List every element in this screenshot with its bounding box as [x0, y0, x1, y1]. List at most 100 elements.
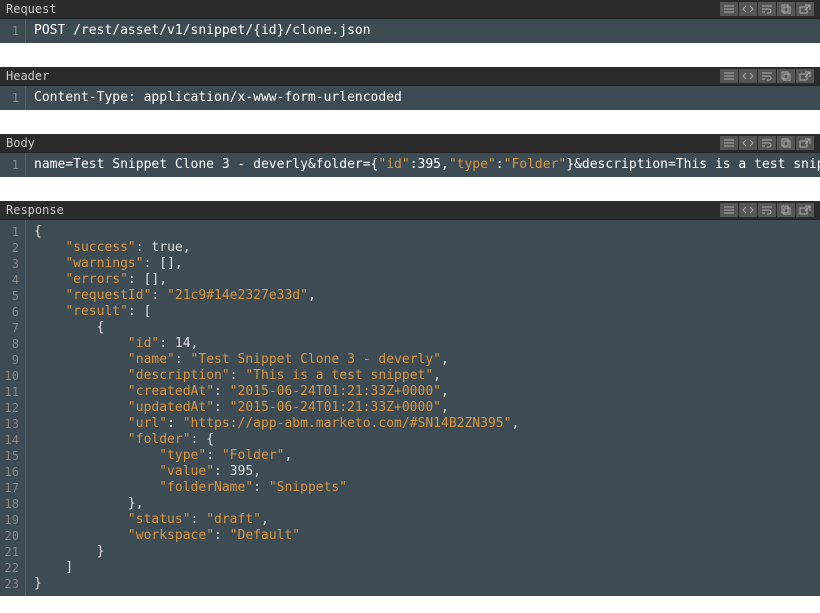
token: [34, 240, 65, 255]
hamburger-icon[interactable]: [720, 203, 738, 217]
token: : [],: [128, 272, 167, 287]
token: ,: [441, 352, 449, 367]
hamburger-icon[interactable]: [720, 2, 738, 16]
line-number: 16: [4, 464, 19, 480]
token: ,: [308, 288, 316, 303]
line-number: 4: [4, 272, 19, 288]
token: "folder": [128, 432, 191, 447]
token: :: [159, 336, 175, 351]
copy-icon[interactable]: [777, 203, 795, 217]
token: Content-Type: application/x-www-form-url…: [34, 90, 402, 105]
copy-icon[interactable]: [777, 136, 795, 150]
popout-icon[interactable]: [796, 69, 814, 83]
wrap-icon[interactable]: [758, 136, 776, 150]
token: : {: [191, 432, 214, 447]
popout-icon[interactable]: [796, 2, 814, 16]
popout-icon[interactable]: [796, 203, 814, 217]
panel-request: Request1POST /rest/asset/v1/snippet/{id}…: [0, 0, 820, 43]
code-line: "result": [: [34, 304, 812, 320]
panel-header: Header1Content-Type: application/x-www-f…: [0, 67, 820, 110]
line-number: 8: [4, 336, 19, 352]
token: :: [214, 400, 230, 415]
hamburger-icon[interactable]: [720, 136, 738, 150]
line-number: 9: [4, 352, 19, 368]
copy-icon[interactable]: [777, 2, 795, 16]
line-number: 7: [4, 320, 19, 336]
token: :: [206, 448, 222, 463]
line-number: 19: [4, 512, 19, 528]
code-line: "name": "Test Snippet Clone 3 - deverly"…: [34, 352, 812, 368]
token: "type": [159, 448, 206, 463]
token: :: [167, 416, 183, 431]
code-content[interactable]: { "success": true, "warnings": [], "erro…: [26, 220, 820, 596]
token: "Folder": [504, 157, 567, 172]
token: true: [151, 240, 182, 255]
token: :: [253, 480, 269, 495]
token: :: [214, 464, 230, 479]
wrap-icon[interactable]: [758, 69, 776, 83]
code-icon[interactable]: [739, 203, 757, 217]
token: "errors": [65, 272, 128, 287]
token: :: [496, 157, 504, 172]
code-line: "url": "https://app-abm.marketo.com/#SN1…: [34, 416, 812, 432]
code-icon[interactable]: [739, 2, 757, 16]
code-icon[interactable]: [739, 136, 757, 150]
panel-toolbar: [719, 136, 814, 150]
panel-header: Response: [0, 201, 820, 219]
token: ]: [34, 560, 73, 575]
panel-header: Header: [0, 67, 820, 85]
code-content[interactable]: Content-Type: application/x-www-form-url…: [26, 86, 820, 110]
token: :395,: [410, 157, 449, 172]
token: ,: [441, 400, 449, 415]
hamburger-icon[interactable]: [720, 69, 738, 83]
token: "type": [449, 157, 496, 172]
copy-icon[interactable]: [777, 69, 795, 83]
token: [34, 400, 128, 415]
code-icon[interactable]: [739, 69, 757, 83]
token: [34, 448, 159, 463]
line-number: 23: [4, 576, 19, 592]
panel-body: Body1name=Test Snippet Clone 3 - deverly…: [0, 134, 820, 177]
code-line: name=Test Snippet Clone 3 - deverly&fold…: [34, 157, 812, 173]
line-gutter: 1234567891011121314151617181920212223: [0, 220, 26, 596]
token: [34, 528, 128, 543]
code-line: "folderName": "Snippets": [34, 480, 812, 496]
token: [34, 368, 128, 383]
token: POST /rest/asset/v1/snippet/{id}/clone.j…: [34, 23, 371, 38]
token: 14: [175, 336, 191, 351]
token: "name": [128, 352, 175, 367]
code-line: "updatedAt": "2015-06-24T01:21:33Z+0000"…: [34, 400, 812, 416]
panel-title: Response: [6, 203, 64, 217]
line-number: 18: [4, 496, 19, 512]
line-number: 15: [4, 448, 19, 464]
token: [34, 464, 159, 479]
token: "draft": [206, 512, 261, 527]
token: ,: [261, 512, 269, 527]
token: ,: [183, 240, 191, 255]
token: [34, 480, 159, 495]
panel-toolbar: [719, 69, 814, 83]
token: "2015-06-24T01:21:33Z+0000": [230, 400, 441, 415]
token: "id": [128, 336, 159, 351]
token: :: [175, 352, 191, 367]
token: "description": [128, 368, 230, 383]
line-number: 1: [4, 157, 19, 173]
token: [34, 304, 65, 319]
token: "Folder": [222, 448, 285, 463]
token: : [],: [144, 256, 183, 271]
token: :: [151, 288, 167, 303]
code-line: "status": "draft",: [34, 512, 812, 528]
code-line: "success": true,: [34, 240, 812, 256]
code-line: "id": 14,: [34, 336, 812, 352]
code-content[interactable]: name=Test Snippet Clone 3 - deverly&fold…: [26, 153, 820, 177]
wrap-icon[interactable]: [758, 203, 776, 217]
token: [34, 384, 128, 399]
code-line: }: [34, 576, 812, 592]
code-content[interactable]: POST /rest/asset/v1/snippet/{id}/clone.j…: [26, 19, 820, 43]
token: :: [230, 368, 246, 383]
popout-icon[interactable]: [796, 136, 814, 150]
token: "url": [128, 416, 167, 431]
wrap-icon[interactable]: [758, 2, 776, 16]
token: "result": [65, 304, 128, 319]
token: [34, 352, 128, 367]
